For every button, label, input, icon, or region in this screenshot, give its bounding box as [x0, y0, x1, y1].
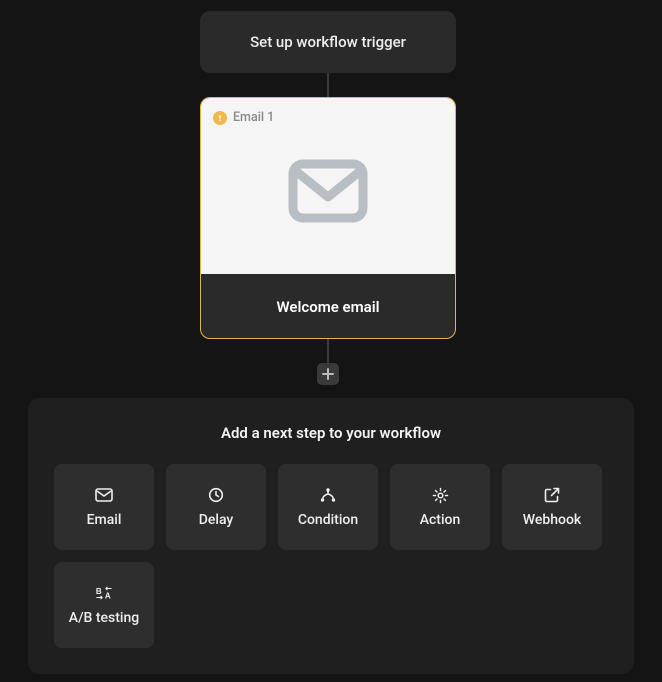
- step-tile-delay[interactable]: Delay: [166, 464, 266, 550]
- external-link-icon: [543, 486, 561, 504]
- step-tile-email[interactable]: Email: [54, 464, 154, 550]
- step-palette: Add a next step to your workflow Email D…: [28, 398, 634, 674]
- ab-testing-icon: B A: [95, 584, 113, 602]
- workflow-canvas: Set up workflow trigger Email 1 Welcome …: [0, 0, 662, 682]
- envelope-icon: [288, 159, 368, 227]
- step-tile-action[interactable]: Action: [390, 464, 490, 550]
- clock-icon: [207, 486, 225, 504]
- email-icon: [95, 486, 113, 504]
- email-node[interactable]: Email 1 Welcome email: [200, 97, 456, 339]
- step-tile-abtesting[interactable]: B A A/B testing: [54, 562, 154, 648]
- branch-icon: [319, 486, 337, 504]
- alert-icon: [213, 111, 227, 125]
- step-tile-label: Action: [420, 512, 461, 528]
- palette-title: Add a next step to your workflow: [54, 424, 608, 442]
- trigger-node[interactable]: Set up workflow trigger: [200, 11, 456, 73]
- email-badge-label: Email 1: [233, 110, 274, 125]
- connector: [327, 339, 329, 363]
- svg-text:B: B: [96, 587, 102, 596]
- email-node-title: Welcome email: [201, 274, 455, 339]
- email-preview: Email 1: [201, 98, 455, 274]
- step-tile-label: A/B testing: [69, 610, 139, 626]
- palette-grid: Email Delay Condition Action: [54, 464, 608, 648]
- connector: [327, 73, 329, 97]
- step-tile-label: Delay: [199, 512, 234, 528]
- svg-text:A: A: [105, 591, 111, 600]
- step-tile-condition[interactable]: Condition: [278, 464, 378, 550]
- step-tile-webhook[interactable]: Webhook: [502, 464, 602, 550]
- trigger-label: Set up workflow trigger: [250, 33, 406, 51]
- email-badge: Email 1: [213, 110, 274, 125]
- add-step-button[interactable]: [317, 363, 339, 385]
- step-tile-label: Condition: [298, 512, 358, 528]
- step-tile-label: Email: [87, 512, 122, 528]
- step-tile-label: Webhook: [523, 512, 581, 528]
- gear-icon: [431, 486, 449, 504]
